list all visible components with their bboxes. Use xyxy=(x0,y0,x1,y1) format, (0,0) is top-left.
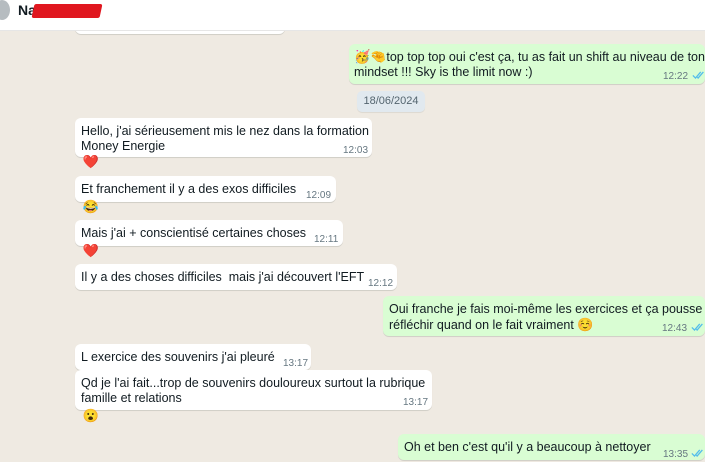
party-emoji: 🥳🤏 xyxy=(354,49,387,64)
surprised-reaction-icon[interactable]: 😮 xyxy=(81,407,101,425)
message-bubble-incoming[interactable]: Et franchement il y a des exos difficile… xyxy=(75,176,336,202)
message-bubble-incoming[interactable]: Il y a des choses difficiles mais j'ai d… xyxy=(75,264,397,290)
message-text: Oh et ben c'est qu'il y a beaucoup à net… xyxy=(404,440,651,454)
laughing-reaction-icon[interactable]: 😂 xyxy=(81,198,101,216)
message-text: Et franchement il y a des exos difficile… xyxy=(81,182,297,196)
message-bubble-outgoing[interactable]: Oui franche je fais moi-même les exercic… xyxy=(383,296,705,336)
heart-reaction-icon[interactable]: ❤️ xyxy=(81,242,101,260)
double-check-icon xyxy=(691,323,703,332)
message-text: Oui franche je fais moi-même les exercic… xyxy=(389,302,705,332)
message-time: 12:11 xyxy=(314,234,339,245)
message-text: Qd je l'ai fait...trop de souvenirs doul… xyxy=(81,376,426,405)
message-time: 13:17 xyxy=(283,358,309,369)
message-text: Mais j'ai + conscientisé certaines chose… xyxy=(81,226,307,240)
message-bubble-outgoing[interactable]: Oh et ben c'est qu'il y a beaucoup à net… xyxy=(398,434,705,460)
message-text: Il y a des choses difficiles mais j'ai d… xyxy=(81,270,365,284)
contact-avatar[interactable] xyxy=(0,0,10,20)
smiling-emoji: ☺️ xyxy=(577,317,594,332)
chat-header[interactable]: Na xyxy=(0,0,705,31)
date-separator: 18/06/2024 xyxy=(357,91,425,112)
message-time: 12:09 xyxy=(306,190,332,201)
message-time: 12:22 xyxy=(663,71,689,82)
message-time: 13:17 xyxy=(403,397,429,408)
message-bubble-incoming[interactable]: L exercice des souvenirs j'ai pleuré 13:… xyxy=(75,344,311,370)
message-text: 🥳🤏top top top oui c'est ça, tu as fait u… xyxy=(354,49,705,79)
double-check-icon xyxy=(692,71,704,80)
message-list[interactable]: 🥳🤏top top top oui c'est ça, tu as fait u… xyxy=(0,26,705,460)
heart-reaction-icon[interactable]: ❤️ xyxy=(81,153,101,171)
message-text: L exercice des souvenirs j'ai pleuré xyxy=(81,350,275,364)
message-time: 12:43 xyxy=(662,323,688,334)
message-time: 12:03 xyxy=(343,145,369,156)
message-time: 13:35 xyxy=(663,449,689,460)
message-text: Hello, j'ai sérieusement mis le nez dans… xyxy=(81,124,369,153)
message-time: 12:12 xyxy=(368,278,394,289)
message-bubble-incoming[interactable]: Hello, j'ai sérieusement mis le nez dans… xyxy=(75,118,372,157)
name-redaction xyxy=(31,4,103,18)
message-bubble-outgoing[interactable]: 🥳🤏top top top oui c'est ça, tu as fait u… xyxy=(349,44,705,84)
double-check-icon xyxy=(691,449,703,458)
message-bubble-incoming[interactable]: Mais j'ai + conscientisé certaines chose… xyxy=(75,220,343,246)
message-bubble-incoming[interactable]: Qd je l'ai fait...trop de souvenirs doul… xyxy=(75,370,432,410)
